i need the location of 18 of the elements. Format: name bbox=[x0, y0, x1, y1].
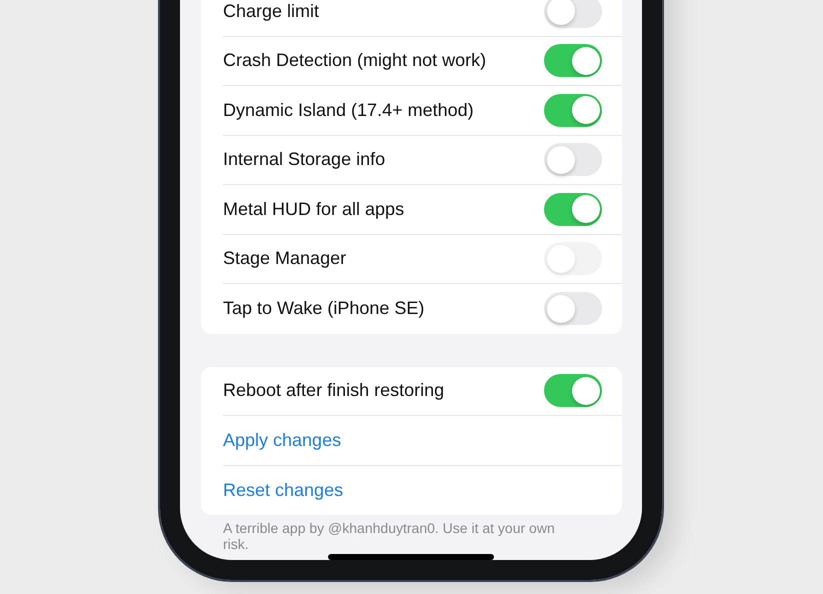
toggle-switch[interactable] bbox=[544, 374, 602, 408]
action-link[interactable]: Reset changes bbox=[223, 480, 344, 501]
setting-label: Internal Storage info bbox=[223, 149, 386, 170]
setting-label: Stage Manager bbox=[223, 248, 346, 270]
action-link[interactable]: Apply changes bbox=[223, 430, 342, 451]
setting-label: Metal HUD for all apps bbox=[223, 198, 404, 220]
setting-label: Charge limit bbox=[223, 0, 320, 22]
footer-note: A terrible app by @khanhduytran0. Use it at your own risk. bbox=[223, 520, 556, 552]
toggle-switch[interactable] bbox=[544, 143, 602, 176]
toggle-switch[interactable] bbox=[544, 44, 602, 78]
toggle-switch[interactable] bbox=[544, 0, 602, 28]
toggle-switch[interactable] bbox=[544, 192, 602, 226]
setting-label: Reboot after finish restoring bbox=[223, 380, 444, 402]
toggle-switch[interactable] bbox=[544, 94, 602, 127]
setting-label: Tap to Wake (iPhone SE) bbox=[223, 298, 424, 320]
setting-label: Dynamic Island (17.4+ method) bbox=[223, 100, 474, 121]
toggle-switch[interactable] bbox=[544, 292, 602, 326]
setting-label: Crash Detection (might not work) bbox=[223, 50, 486, 72]
